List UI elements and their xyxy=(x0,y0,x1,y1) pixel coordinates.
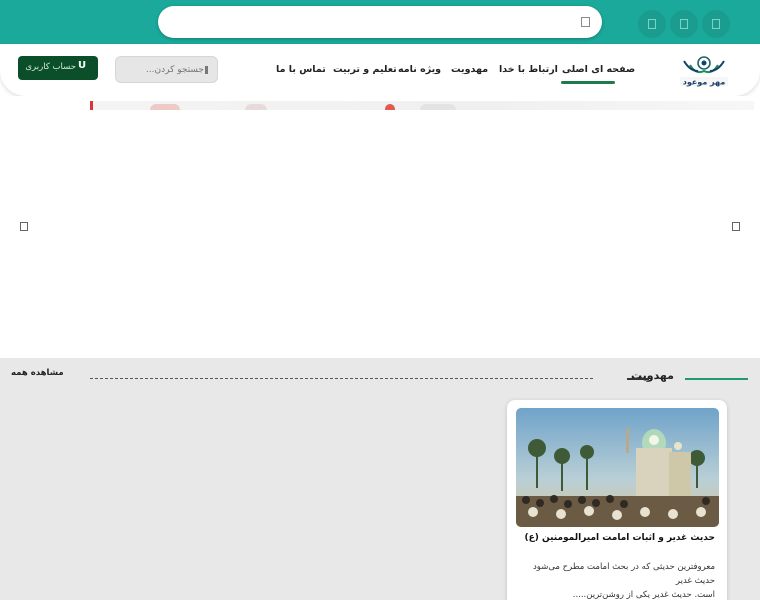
section-title: مهدویت xyxy=(630,369,674,382)
mahdaviat-section: مهدویت مشاهده همه حدیث غدیر و اثبات امام… xyxy=(0,358,760,600)
user-icon: 𝗨 xyxy=(78,60,87,71)
svg-text:مهر موعود: مهر موعود xyxy=(683,78,726,87)
article-excerpt-line: معروفترین حدیثی که در بحث امامت مطرح می‌… xyxy=(533,562,715,586)
article-image[interactable] xyxy=(516,408,719,527)
square-icon xyxy=(648,19,656,29)
account-button[interactable]: 𝗨 حساب کاربری xyxy=(18,56,98,80)
social-link[interactable] xyxy=(638,10,666,38)
article-title[interactable]: حدیث غدیر و اثبات امامت امیرالمومنین (ع) xyxy=(519,533,715,543)
nav-special-issue[interactable]: ویژه نامه xyxy=(398,64,441,75)
see-all-link[interactable]: مشاهده همه xyxy=(11,368,64,378)
slider-next-icon[interactable] xyxy=(732,222,740,231)
square-icon xyxy=(680,19,688,29)
nav-home[interactable]: صفحه ای اصلی xyxy=(562,64,635,75)
page: مهر موعود صفحه ای اصلی ارتباط با خدا مهد… xyxy=(0,0,760,600)
main-nav: مهر موعود صفحه ای اصلی ارتباط با خدا مهد… xyxy=(0,44,760,96)
slider-prev-icon[interactable] xyxy=(20,222,28,231)
nav-search-input[interactable] xyxy=(122,62,204,78)
top-search-box xyxy=(158,6,602,38)
social-link[interactable] xyxy=(702,10,730,38)
section-title-underline xyxy=(685,378,748,380)
slide-image-edge xyxy=(90,101,754,110)
nav-contact[interactable]: تماس با ما xyxy=(276,64,326,75)
account-button-label: حساب کاربری xyxy=(25,62,76,72)
article-excerpt-line: است. حدیث غدیر یکی از روشن‌ترین..... xyxy=(572,590,715,600)
hero-slider xyxy=(0,96,760,358)
section-title-tail xyxy=(627,378,649,380)
square-icon xyxy=(712,19,720,29)
search-icon[interactable] xyxy=(205,66,208,74)
nav-education[interactable]: تعلیم و تربیت xyxy=(333,64,397,75)
social-link[interactable] xyxy=(670,10,698,38)
nav-connection-with-god[interactable]: ارتباط با خدا xyxy=(499,64,558,75)
top-bar xyxy=(0,0,760,48)
article-card[interactable]: حدیث غدیر و اثبات امامت امیرالمومنین (ع)… xyxy=(507,400,727,600)
logo[interactable]: مهر موعود xyxy=(676,51,732,89)
search-icon[interactable] xyxy=(581,17,590,27)
nav-active-indicator xyxy=(561,81,615,84)
article-excerpt: معروفترین حدیثی که در بحث امامت مطرح می‌… xyxy=(515,560,715,600)
top-search-input[interactable] xyxy=(172,12,572,32)
logo-mark: مهر موعود xyxy=(680,56,728,87)
nav-mahdaviat[interactable]: مهدویت xyxy=(451,64,488,75)
section-divider xyxy=(90,378,593,379)
nav-search-box xyxy=(115,56,218,83)
